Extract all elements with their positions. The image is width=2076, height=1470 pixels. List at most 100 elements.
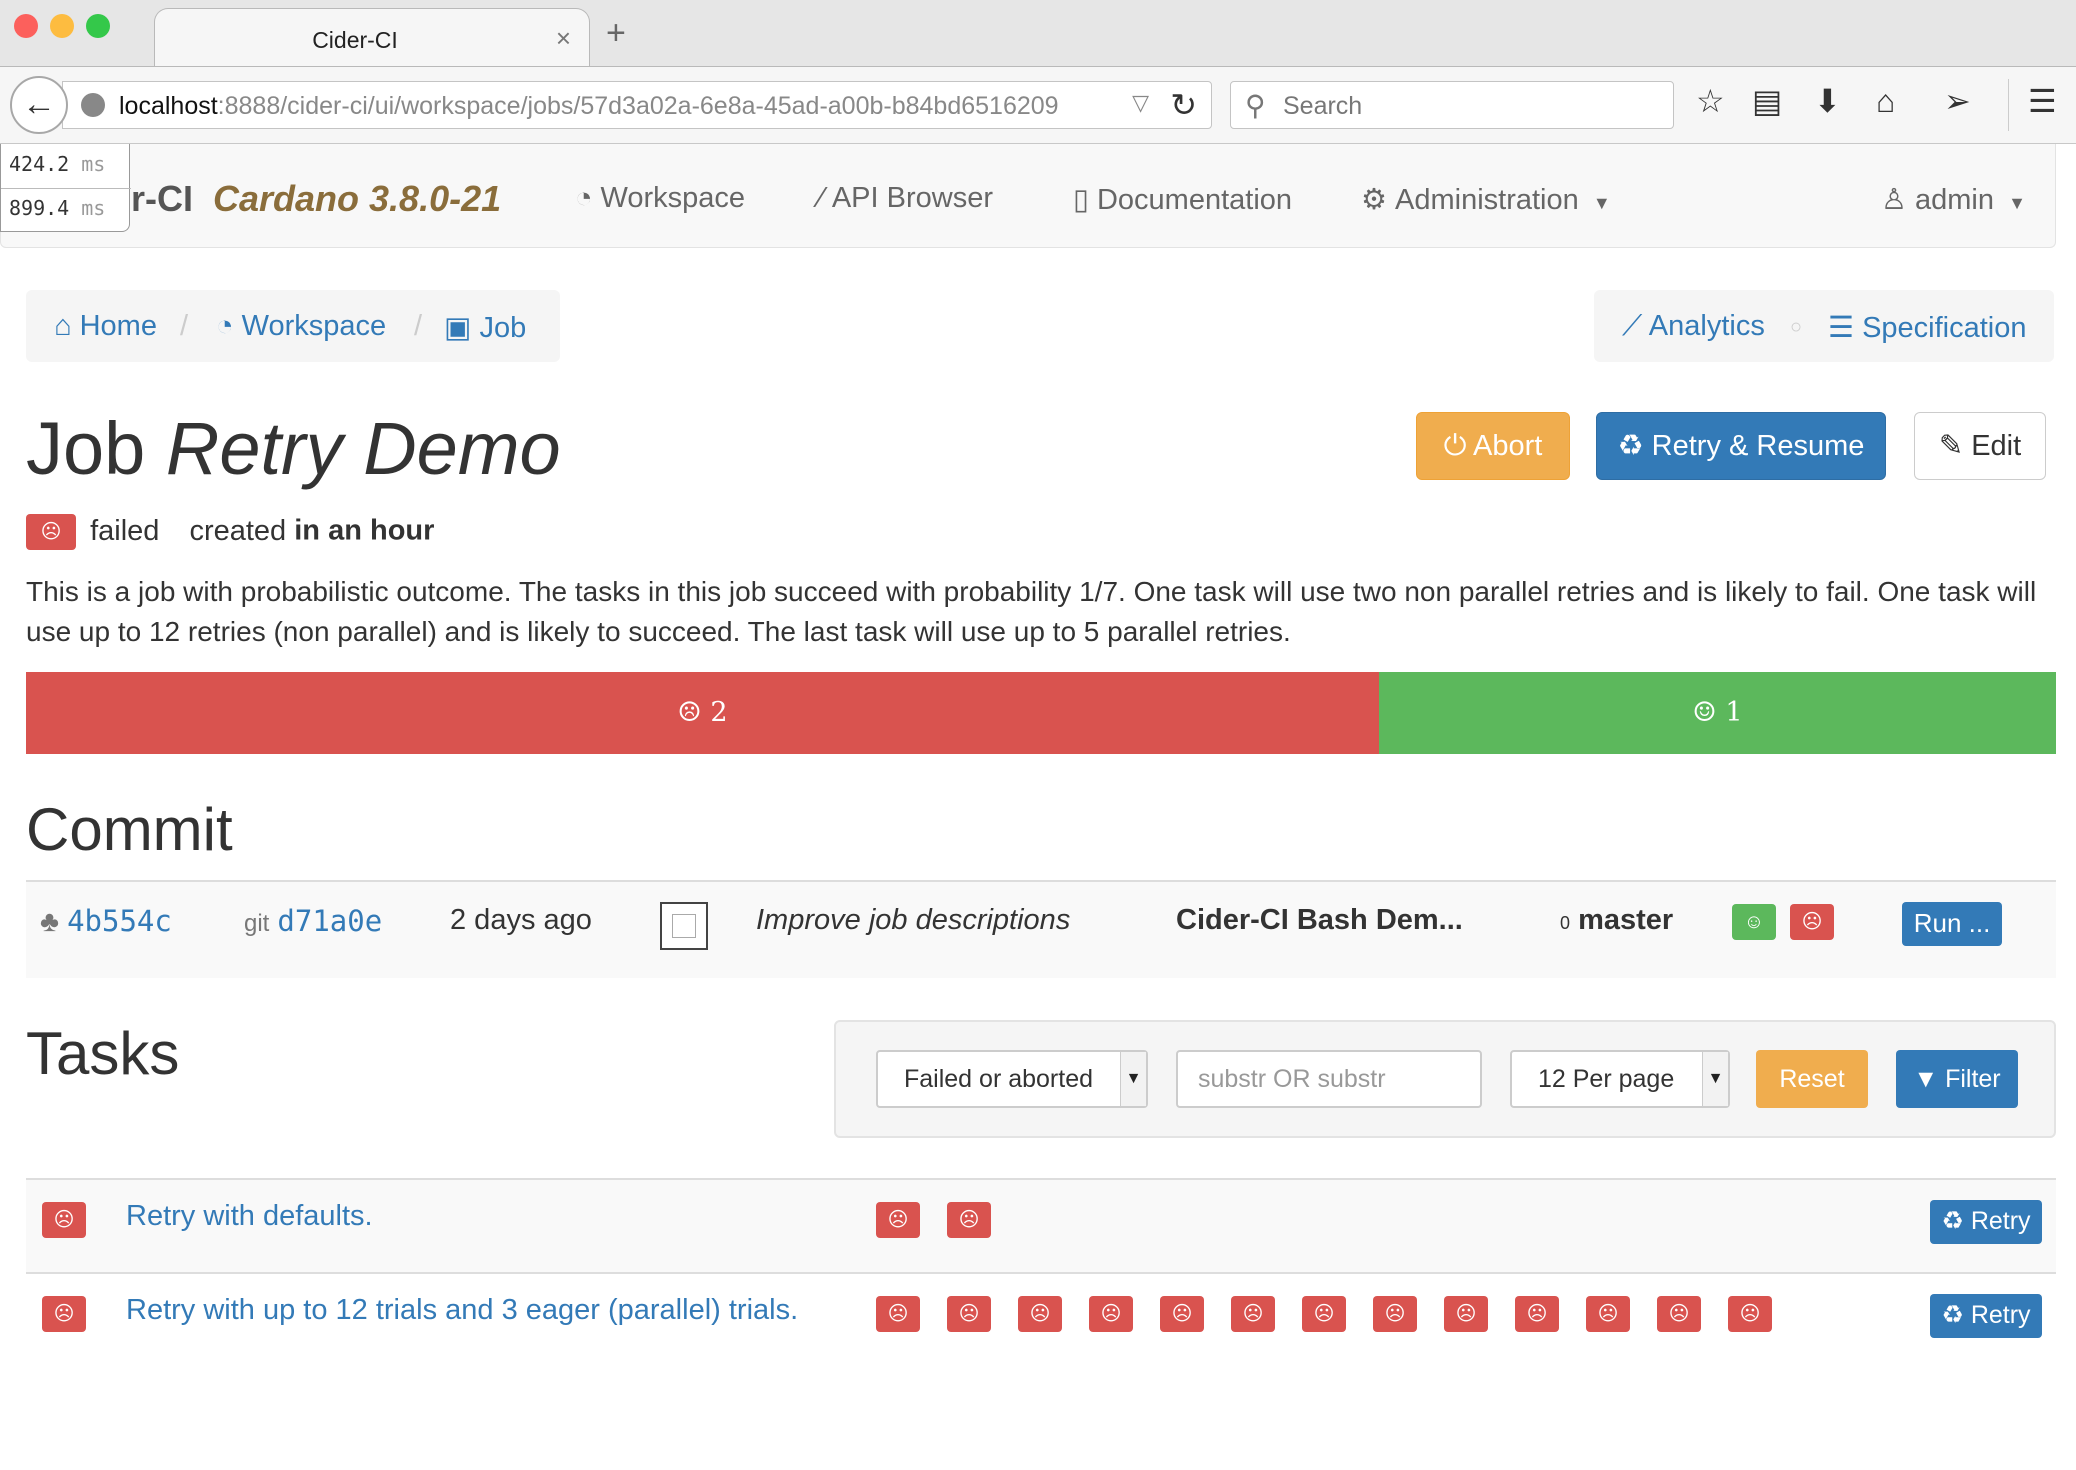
search-icon: ⚲ (1245, 90, 1266, 121)
commit-id[interactable]: git d71a0e (244, 904, 382, 939)
retry-resume-button[interactable]: ♻ Retry & Resume (1596, 412, 1886, 480)
gear-icon: ⚙ (1361, 184, 1387, 216)
job-links: ⟋ Analytics ○ ☰ Specification (1594, 290, 2054, 362)
filter-button[interactable]: ▼ Filter (1896, 1050, 2018, 1108)
specification-link[interactable]: ☰ Specification (1828, 310, 2027, 345)
tasks-heading: Tasks (26, 1020, 180, 1087)
url-dropdown-icon[interactable]: ▽ (1132, 90, 1149, 116)
nav-workspace[interactable]: ◔ Workspace (575, 182, 745, 215)
passed-tasks-bar[interactable]: ☺ 1 (1379, 672, 2056, 754)
zoom-window-button[interactable] (86, 14, 110, 38)
caret-down-icon: ▼ (1702, 1052, 1728, 1106)
commit-age: 2 days ago (450, 904, 592, 936)
task-filter-panel: Failed or aborted ▼ substr OR substr 12 … (834, 1020, 2056, 1138)
trial-badge[interactable]: ☹ (1089, 1296, 1133, 1332)
task-retry-button[interactable]: ♻ Retry (1930, 1200, 2042, 1244)
name-filter-input[interactable]: substr OR substr (1176, 1050, 1482, 1108)
failed-job-badge[interactable]: ☹ (1790, 904, 1834, 940)
tree-id[interactable]: ♣ 4b554c (40, 904, 172, 939)
browser-titlebar: Cider-CI × + (0, 0, 2076, 66)
browser-tab[interactable]: Cider-CI × (154, 8, 590, 66)
task-status-badge[interactable]: ☹ (42, 1202, 86, 1238)
author-avatar (660, 902, 708, 950)
link-separator-dot: ○ (1790, 316, 1803, 338)
breadcrumb-home[interactable]: ⌂ Home (54, 310, 157, 343)
home-icon[interactable]: ⌂ (1876, 85, 1895, 117)
trial-badge[interactable]: ☹ (947, 1296, 991, 1332)
per-page-select[interactable]: 12 Per page ▼ (1510, 1050, 1730, 1108)
browser-search-input[interactable]: ⚲ Search (1230, 81, 1674, 129)
list-icon: ☰ (1828, 312, 1854, 344)
breadcrumb: ⌂ Home / ◔ Workspace / ▣ Job (26, 290, 560, 362)
url-text[interactable]: localhost:8888/cider-ci/ui/workspace/job… (119, 92, 1059, 121)
close-window-button[interactable] (14, 14, 38, 38)
url-bar[interactable]: localhost:8888/cider-ci/ui/workspace/job… (62, 81, 1212, 129)
analytics-link[interactable]: ⟋ Analytics (1622, 310, 1765, 343)
task-name-link[interactable]: Retry with defaults. (126, 1200, 373, 1233)
new-tab-button[interactable]: + (606, 16, 626, 50)
caret-down-icon: ▼ (1592, 193, 1611, 213)
arrow-left-icon: ← (22, 85, 56, 123)
reading-list-icon[interactable]: ▤ (1752, 85, 1782, 117)
brand[interactable]: r-CI Cardano 3.8.0-21 (131, 178, 501, 220)
nav-user-menu[interactable]: ♙ admin ▼ (1881, 182, 2026, 217)
trial-badge[interactable]: ☹ (1657, 1296, 1701, 1332)
state-select[interactable]: Failed or aborted ▼ (876, 1050, 1148, 1108)
trial-badge[interactable]: ☹ (1231, 1296, 1275, 1332)
trial-badge[interactable]: ☹ (1160, 1296, 1204, 1332)
failed-status-badge: ☹ (26, 514, 76, 550)
task-status-badge[interactable]: ☹ (42, 1296, 86, 1332)
failed-tasks-bar[interactable]: ☹ 2 (26, 672, 1379, 754)
breadcrumb-workspace[interactable]: ◔ Workspace (216, 310, 386, 343)
trial-badge[interactable]: ☹ (876, 1296, 920, 1332)
branch: 0 master (1560, 904, 1674, 936)
task-name-link[interactable]: Retry with up to 12 trials and 3 eager (… (126, 1294, 798, 1327)
commit-row: ♣ 4b554c git d71a0e 2 days ago Improve j… (26, 880, 2056, 978)
trial-badge[interactable]: ☹ (876, 1202, 920, 1238)
created-value: in an hour (294, 514, 435, 547)
trial-badge[interactable]: ☹ (1444, 1296, 1488, 1332)
trial-badge[interactable]: ☹ (1373, 1296, 1417, 1332)
abort-button[interactable]: ⏻ Abort (1416, 412, 1570, 480)
minimize-window-button[interactable] (50, 14, 74, 38)
menu-icon[interactable]: ☰ (2028, 85, 2057, 117)
perf-row-2: 899.4 ms (9, 196, 106, 220)
dashboard-icon: ◔ (216, 310, 234, 342)
trial-badge[interactable]: ☹ (1515, 1296, 1559, 1332)
send-icon[interactable]: ➢ (1944, 85, 1971, 117)
trial-badge[interactable]: ☹ (1586, 1296, 1630, 1332)
bookmark-star-icon[interactable]: ☆ (1696, 85, 1725, 117)
status-text: failed (90, 514, 160, 547)
task-retry-button[interactable]: ♻ Retry (1930, 1294, 2042, 1338)
performance-overlay: 424.2 ms 899.4 ms (0, 144, 131, 232)
search-placeholder: Search (1283, 92, 1363, 120)
created-label: created (189, 514, 287, 547)
nav-administration[interactable]: ⚙ Administration ▼ (1361, 182, 1611, 217)
job-description: This is a job with probabilistic outcome… (26, 576, 2037, 647)
reload-icon[interactable]: ↻ (1170, 86, 1197, 124)
edit-button[interactable]: ✎ Edit (1914, 412, 2046, 480)
frown-icon: ☹ (677, 697, 702, 728)
recycle-icon: ♻ (1941, 1207, 1964, 1235)
reset-button[interactable]: Reset (1756, 1050, 1868, 1108)
magic-wand-icon: ⁄ (819, 182, 824, 214)
commit-message: Improve job descriptions (756, 904, 1071, 936)
trial-badge[interactable]: ☹ (1728, 1296, 1772, 1332)
nav-api-browser[interactable]: ⁄ API Browser (819, 182, 993, 215)
breadcrumb-separator: / (180, 310, 189, 342)
breadcrumb-job[interactable]: ▣ Job (444, 310, 526, 345)
trial-badge[interactable]: ☹ (947, 1202, 991, 1238)
passed-job-badge[interactable]: ☺ (1732, 904, 1776, 940)
smile-icon: ☺ (1692, 697, 1717, 728)
task-row: ☹ Retry with defaults. ☹ ☹ ♻ Retry (26, 1178, 2056, 1272)
tab-close-icon[interactable]: × (556, 23, 571, 54)
breadcrumb-separator: / (414, 310, 423, 342)
run-button[interactable]: Run ... (1902, 902, 2002, 946)
task-row: ☹ Retry with up to 12 trials and 3 eager… (26, 1272, 2056, 1366)
nav-documentation[interactable]: ▯ Documentation (1073, 182, 1292, 217)
trial-badge[interactable]: ☹ (1018, 1296, 1062, 1332)
trial-badge[interactable]: ☹ (1302, 1296, 1346, 1332)
download-icon[interactable]: ⬇ (1814, 85, 1841, 117)
file-icon: ▯ (1073, 184, 1089, 216)
back-button[interactable]: ← (10, 76, 68, 134)
